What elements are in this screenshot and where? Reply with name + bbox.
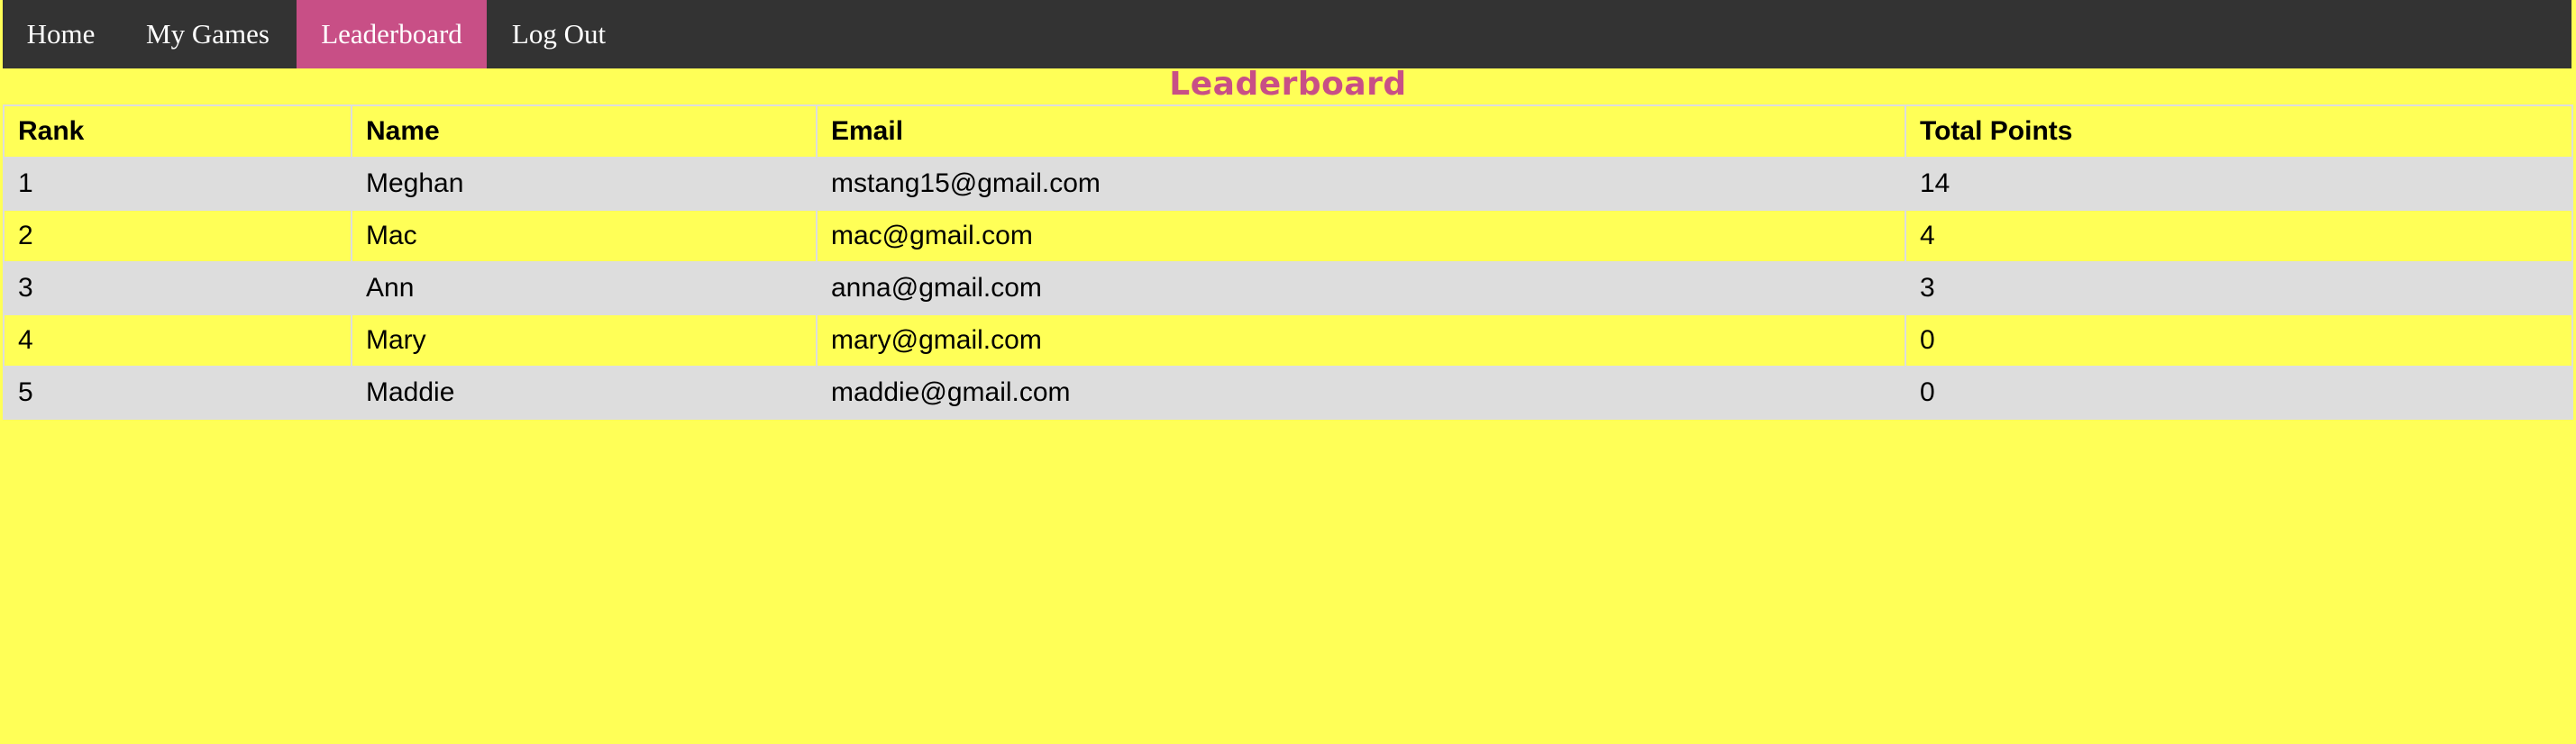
cell-total-points: 0 xyxy=(1905,366,2573,420)
cell-rank: 5 xyxy=(3,366,352,420)
cell-rank: 2 xyxy=(3,209,352,263)
column-header-rank: Rank xyxy=(3,104,352,159)
cell-name: Meghan xyxy=(351,157,818,211)
cell-name: Maddie xyxy=(351,366,818,420)
cell-rank: 4 xyxy=(3,313,352,367)
cell-name: Mary xyxy=(351,313,818,367)
cell-total-points: 14 xyxy=(1905,157,2573,211)
table-row: 1 Meghan mstang15@gmail.com 14 xyxy=(3,157,2573,211)
table-row: 4 Mary mary@gmail.com 0 xyxy=(3,313,2573,367)
cell-total-points: 0 xyxy=(1905,313,2573,367)
cell-email: maddie@gmail.com xyxy=(816,366,1906,420)
cell-rank: 1 xyxy=(3,157,352,211)
nav-home[interactable]: Home xyxy=(3,0,119,68)
column-header-email: Email xyxy=(816,104,1906,159)
cell-email: mstang15@gmail.com xyxy=(816,157,1906,211)
page-title: Leaderboard xyxy=(1169,66,1407,103)
cell-email: mac@gmail.com xyxy=(816,209,1906,263)
cell-total-points: 3 xyxy=(1905,261,2573,315)
table-header-row: Rank Name Email Total Points xyxy=(3,104,2573,159)
leaderboard-table-container: Rank Name Email Total Points 1 Meghan ms… xyxy=(3,104,2573,420)
nav-leaderboard[interactable]: Leaderboard xyxy=(297,0,487,68)
table-row: 3 Ann anna@gmail.com 3 xyxy=(3,261,2573,315)
column-header-total-points: Total Points xyxy=(1905,104,2573,159)
cell-name: Mac xyxy=(351,209,818,263)
cell-name: Ann xyxy=(351,261,818,315)
table-row: 2 Mac mac@gmail.com 4 xyxy=(3,209,2573,263)
nav-log-out[interactable]: Log Out xyxy=(487,0,631,68)
cell-email: mary@gmail.com xyxy=(816,313,1906,367)
top-navbar: Home My Games Leaderboard Log Out xyxy=(3,0,2571,68)
leaderboard-table: Rank Name Email Total Points 1 Meghan ms… xyxy=(3,104,2573,420)
cell-rank: 3 xyxy=(3,261,352,315)
column-header-name: Name xyxy=(351,104,818,159)
cell-total-points: 4 xyxy=(1905,209,2573,263)
table-row: 5 Maddie maddie@gmail.com 0 xyxy=(3,366,2573,420)
nav-my-games[interactable]: My Games xyxy=(119,0,297,68)
cell-email: anna@gmail.com xyxy=(816,261,1906,315)
